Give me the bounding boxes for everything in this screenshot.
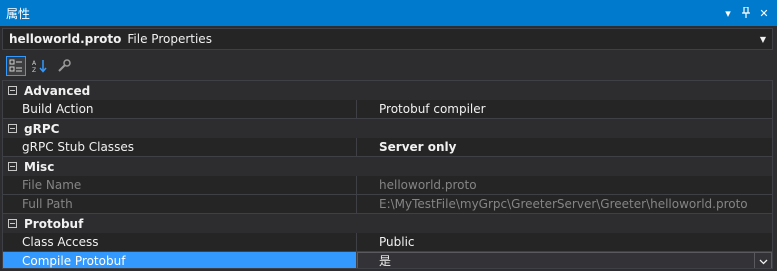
properties-toolbar: A Z: [0, 52, 777, 80]
svg-text:Z: Z: [32, 67, 36, 73]
property-row-compile-protobuf[interactable]: Compile Protobuf 是: [3, 252, 772, 268]
category-label: Advanced: [24, 83, 91, 98]
property-value[interactable]: Server only: [357, 138, 772, 157]
property-row-full-path[interactable]: Full Path E:\MyTestFile\myGrpc\GreeterSe…: [3, 195, 772, 214]
category-advanced[interactable]: Advanced: [3, 81, 772, 100]
property-value[interactable]: Protobuf compiler: [357, 100, 772, 119]
window-position-dropdown-icon[interactable]: ▾: [719, 4, 737, 22]
value-dropdown[interactable]: 是: [357, 252, 772, 268]
collapse-icon[interactable]: [8, 219, 17, 228]
property-value[interactable]: Public: [357, 233, 772, 252]
close-icon[interactable]: ✕: [755, 4, 773, 22]
object-name: helloworld.proto: [9, 32, 122, 46]
property-value[interactable]: E:\MyTestFile\myGrpc\GreeterServer\Greet…: [357, 195, 772, 214]
property-row-build-action[interactable]: Build Action Protobuf compiler: [3, 100, 772, 119]
alphabetical-button[interactable]: A Z: [30, 56, 50, 76]
category-label: Misc: [24, 159, 55, 174]
wrench-icon: [58, 59, 71, 72]
category-label: Protobuf: [24, 216, 84, 231]
property-row-grpc-stub-classes[interactable]: gRPC Stub Classes Server only: [3, 138, 772, 157]
object-selector[interactable]: helloworld.proto File Properties ▼: [2, 28, 773, 50]
categorized-button[interactable]: [6, 56, 26, 76]
category-label: gRPC: [24, 121, 60, 136]
property-grid: Advanced Build Action Protobuf compiler …: [2, 80, 773, 269]
pin-icon[interactable]: [737, 4, 755, 22]
property-name: File Name: [3, 176, 357, 195]
property-value-editor[interactable]: 是: [357, 252, 772, 268]
svg-text:A: A: [32, 60, 37, 67]
chevron-down-icon[interactable]: [754, 253, 771, 268]
alphabetical-icon: A Z: [32, 60, 47, 73]
chevron-down-icon[interactable]: ▼: [760, 35, 766, 44]
property-value[interactable]: helloworld.proto: [357, 176, 772, 195]
property-name: Class Access: [3, 233, 357, 252]
collapse-icon[interactable]: [8, 86, 17, 95]
collapse-icon[interactable]: [8, 124, 17, 133]
panel-title-bar: 属性 ▾ ✕: [0, 0, 777, 26]
property-name: Compile Protobuf: [3, 252, 357, 268]
property-name: Full Path: [3, 195, 357, 214]
category-protobuf[interactable]: Protobuf: [3, 214, 772, 233]
categorized-icon: [9, 59, 22, 72]
category-misc[interactable]: Misc: [3, 157, 772, 176]
property-row-class-access[interactable]: Class Access Public: [3, 233, 772, 252]
property-pages-button[interactable]: [54, 56, 74, 76]
property-name: Build Action: [3, 100, 357, 119]
collapse-icon[interactable]: [8, 162, 17, 171]
property-name: gRPC Stub Classes: [3, 138, 357, 157]
property-row-file-name[interactable]: File Name helloworld.proto: [3, 176, 772, 195]
object-type: File Properties: [127, 32, 212, 46]
category-grpc[interactable]: gRPC: [3, 119, 772, 138]
property-value: 是: [379, 254, 392, 268]
panel-title: 属性: [6, 6, 31, 21]
